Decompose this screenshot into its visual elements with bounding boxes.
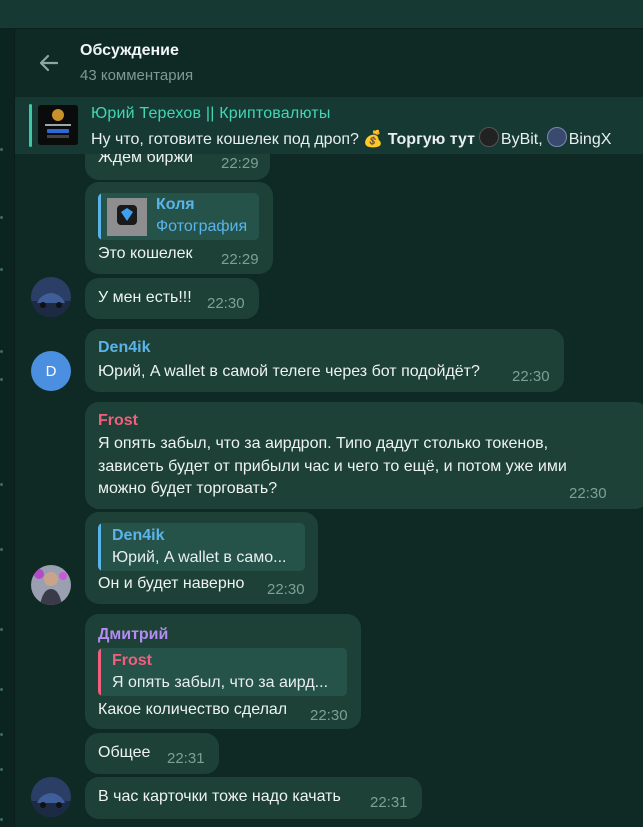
avatar-letter: D bbox=[45, 362, 57, 380]
exchange-bybit: ByBit, bbox=[500, 131, 543, 148]
message-text: Общее bbox=[98, 744, 151, 761]
bybit-icon bbox=[478, 127, 499, 147]
message-time: 22:31 bbox=[167, 750, 205, 767]
reply-quote[interactable]: Den4ik Юрий, A wallet в само... bbox=[98, 523, 305, 571]
message-line: зависеть будет от прибыли час и чего то … bbox=[98, 457, 567, 475]
exchange-bingx: BingX bbox=[568, 131, 612, 148]
comments-count: 43 комментария bbox=[80, 67, 194, 84]
reply-text: Юрий, A wallet в само... bbox=[112, 549, 287, 566]
message-text: Я опять забыл, что за аирдроп. Типо даду… bbox=[98, 433, 618, 501]
message-bubble[interactable]: Коля Фотография Это кошелек 22:29 bbox=[85, 182, 273, 274]
message-bubble[interactable]: Den4ik Юрий, A wallet в самой телеге чер… bbox=[85, 329, 564, 392]
message-line: можно будет торговать? bbox=[98, 480, 278, 498]
message-time: 22:29 bbox=[221, 155, 259, 172]
message-sender[interactable]: Den4ik bbox=[98, 339, 150, 357]
reply-thumbnail bbox=[107, 198, 147, 236]
bingx-icon bbox=[546, 127, 567, 147]
reply-bar bbox=[98, 648, 101, 696]
pinned-bold-text: Торгую тут bbox=[387, 131, 475, 148]
reply-quote[interactable]: Коля Фотография bbox=[98, 193, 259, 240]
user-avatar[interactable] bbox=[31, 277, 71, 317]
reply-bar bbox=[98, 523, 101, 571]
pinned-text: Ну что, готовите кошелек под дроп? 💰 Тор… bbox=[91, 127, 611, 149]
pinned-post[interactable]: Юрий Терехов || Криптовалюты Ну что, гот… bbox=[15, 97, 643, 154]
discussion-header: Обсуждение 43 комментария bbox=[15, 29, 643, 97]
message-text: Юрий, A wallet в самой телеге через бот … bbox=[98, 363, 480, 380]
reply-sender: Frost bbox=[112, 652, 152, 669]
reply-sender: Коля bbox=[156, 196, 195, 213]
window-top-strip bbox=[0, 0, 643, 29]
message-time: 22:30 bbox=[310, 707, 348, 724]
post-thumbnail bbox=[38, 105, 78, 145]
channel-name: Юрий Терехов || Криптовалюты bbox=[91, 105, 331, 122]
pinned-text-prefix: Ну что, готовите кошелек под дроп? bbox=[91, 131, 364, 148]
reply-text: Я опять забыл, что за аирд... bbox=[112, 674, 329, 691]
header-title: Обсуждение bbox=[80, 42, 179, 59]
user-avatar[interactable] bbox=[31, 565, 71, 605]
user-avatar[interactable] bbox=[31, 777, 71, 817]
message-text: В час карточки тоже надо качать bbox=[98, 788, 341, 805]
message-text: У мен есть!!! bbox=[98, 289, 192, 306]
money-bag-emoji: 💰 bbox=[363, 131, 384, 148]
message-text: Он и будет наверно bbox=[98, 575, 245, 592]
message-time: 22:29 bbox=[221, 251, 259, 268]
message-text: Это кошелек bbox=[98, 245, 193, 262]
reply-bar bbox=[98, 193, 101, 240]
message-text: Какое количество сделал bbox=[98, 701, 288, 718]
message-bubble[interactable]: Общее 22:31 bbox=[85, 733, 219, 774]
message-time: 22:30 bbox=[569, 485, 607, 502]
message-time: 22:31 bbox=[370, 794, 408, 811]
user-avatar[interactable]: D bbox=[31, 351, 71, 391]
message-time: 22:30 bbox=[512, 368, 550, 385]
reply-text: Фотография bbox=[156, 218, 248, 235]
message-bubble[interactable]: У мен есть!!! 22:30 bbox=[85, 278, 259, 319]
reply-sender: Den4ik bbox=[112, 527, 165, 544]
message-bubble[interactable]: В час карточки тоже надо качать 22:31 bbox=[85, 777, 422, 819]
chat-list-edge bbox=[0, 28, 15, 827]
message-time: 22:30 bbox=[267, 581, 305, 598]
message-sender[interactable]: Frost bbox=[98, 412, 138, 430]
message-line: Я опять забыл, что за аирдроп. Типо даду… bbox=[98, 435, 549, 452]
message-bubble[interactable]: Дмитрий Frost Я опять забыл, что за аирд… bbox=[85, 614, 361, 729]
reply-quote[interactable]: Frost Я опять забыл, что за аирд... bbox=[98, 648, 347, 696]
pinned-accent-bar bbox=[29, 104, 32, 147]
message-sender[interactable]: Дмитрий bbox=[98, 626, 168, 644]
message-bubble[interactable]: Frost Я опять забыл, что за аирдроп. Тип… bbox=[85, 402, 643, 509]
message-time: 22:30 bbox=[207, 295, 245, 312]
back-arrow-icon[interactable] bbox=[35, 49, 63, 77]
message-bubble[interactable]: Den4ik Юрий, A wallet в само... Он и буд… bbox=[85, 512, 318, 604]
